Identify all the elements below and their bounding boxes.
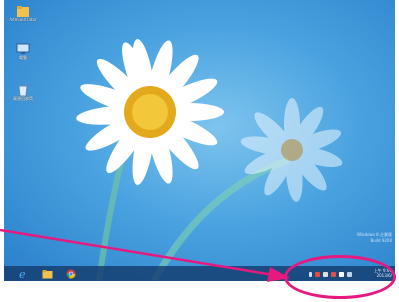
callout-arrow	[0, 228, 290, 282]
